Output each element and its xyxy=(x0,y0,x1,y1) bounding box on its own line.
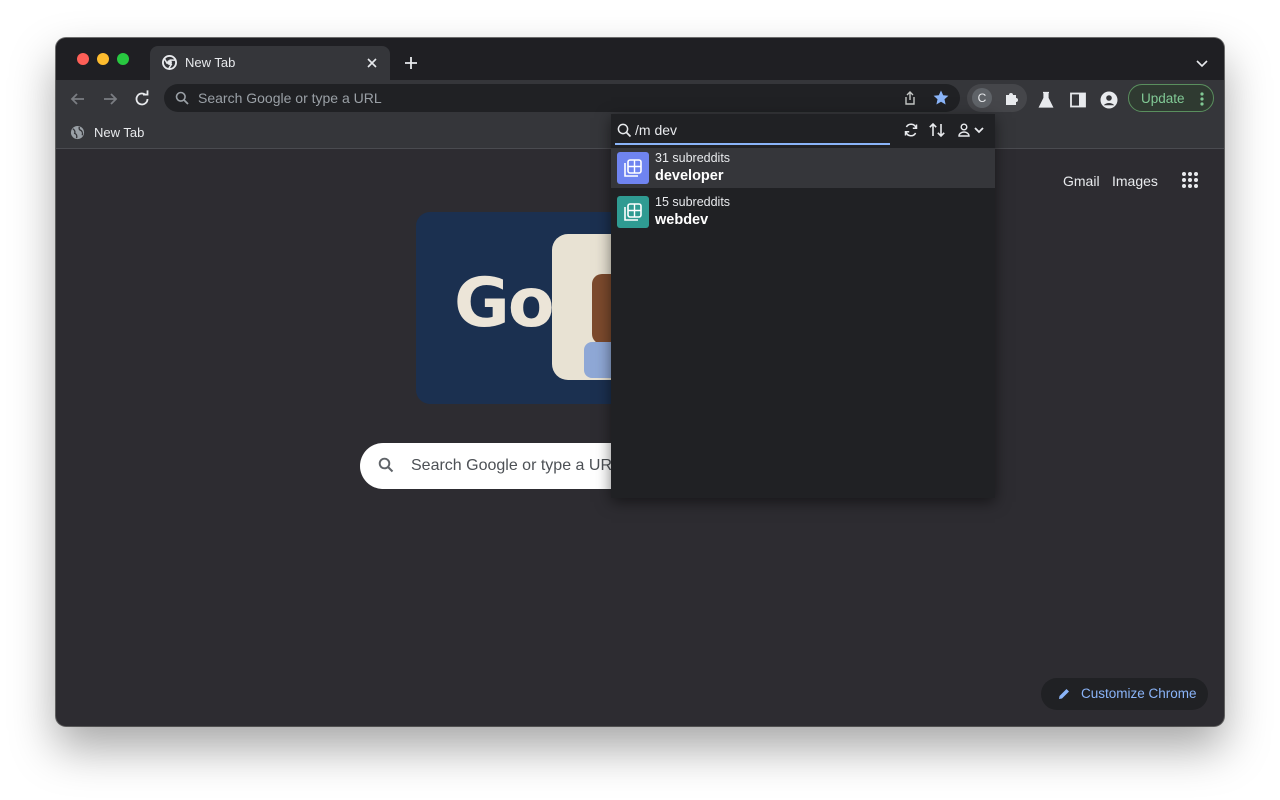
share-icon[interactable] xyxy=(902,90,918,111)
browser-window: New Tab Search Google or type a URL C Up… xyxy=(56,38,1224,726)
gmail-link[interactable]: Gmail xyxy=(1063,173,1100,189)
toolbar: Search Google or type a URL C Update xyxy=(56,80,1224,118)
customize-chrome-label: Customize Chrome xyxy=(1081,686,1197,701)
window-minimize-button[interactable] xyxy=(97,53,109,65)
extension-popup: 31 subreddits developer 15 subreddits we… xyxy=(611,114,995,498)
back-arrow-icon[interactable] xyxy=(68,89,88,109)
images-link[interactable]: Images xyxy=(1112,173,1158,189)
update-button-label: Update xyxy=(1141,91,1185,106)
sort-arrows-icon[interactable] xyxy=(928,121,946,144)
popup-search-input[interactable] xyxy=(635,120,885,140)
search-icon xyxy=(617,123,632,143)
search-icon xyxy=(378,457,394,478)
tab-title: New Tab xyxy=(185,55,236,70)
address-bar[interactable]: Search Google or type a URL xyxy=(164,84,960,112)
bookmark-star-icon[interactable] xyxy=(932,89,950,112)
pencil-icon xyxy=(1057,687,1071,706)
ntp-search-placeholder: Search Google or type a URL xyxy=(411,457,621,474)
tab-strip: New Tab xyxy=(56,38,1224,80)
customize-chrome-button[interactable]: Customize Chrome xyxy=(1041,678,1208,710)
search-icon xyxy=(175,91,189,110)
window-maximize-button[interactable] xyxy=(117,53,129,65)
update-button[interactable]: Update xyxy=(1128,84,1214,112)
result-name: developer xyxy=(655,168,724,184)
labs-flask-icon[interactable] xyxy=(1037,91,1055,114)
popup-search-field xyxy=(615,118,890,145)
multireddit-icon xyxy=(617,196,649,228)
bookmark-label: New Tab xyxy=(94,125,145,140)
profile-icon[interactable] xyxy=(1100,91,1118,114)
result-item-developer[interactable]: 31 subreddits developer xyxy=(611,148,995,188)
result-subtitle: 15 subreddits xyxy=(655,195,731,209)
result-subtitle: 31 subreddits xyxy=(655,151,731,165)
refresh-icon[interactable] xyxy=(903,122,919,143)
more-vertical-icon[interactable] xyxy=(1199,91,1205,112)
extensions-pill: C xyxy=(967,84,1027,112)
side-panel-icon[interactable] xyxy=(1069,91,1087,114)
account-dropdown-icon[interactable] xyxy=(957,122,989,143)
result-name: webdev xyxy=(655,212,709,228)
window-close-button[interactable] xyxy=(77,53,89,65)
puzzle-icon[interactable] xyxy=(1003,89,1021,112)
doodle-text: Go xyxy=(454,264,555,343)
extension-c-button[interactable]: C xyxy=(972,88,992,108)
multireddit-icon xyxy=(617,152,649,184)
forward-arrow-icon[interactable] xyxy=(100,89,120,109)
tab-search-chevron-icon[interactable] xyxy=(1194,55,1210,71)
chrome-icon xyxy=(162,55,177,75)
tab-new-tab[interactable]: New Tab xyxy=(150,46,390,80)
address-bar-placeholder: Search Google or type a URL xyxy=(198,90,382,106)
reload-icon[interactable] xyxy=(132,89,152,109)
google-apps-grid-icon[interactable] xyxy=(1181,171,1199,194)
result-item-webdev[interactable]: 15 subreddits webdev xyxy=(611,192,995,232)
globe-icon xyxy=(70,125,85,145)
tab-close-icon[interactable] xyxy=(363,54,381,72)
new-tab-plus-icon[interactable] xyxy=(401,53,421,73)
